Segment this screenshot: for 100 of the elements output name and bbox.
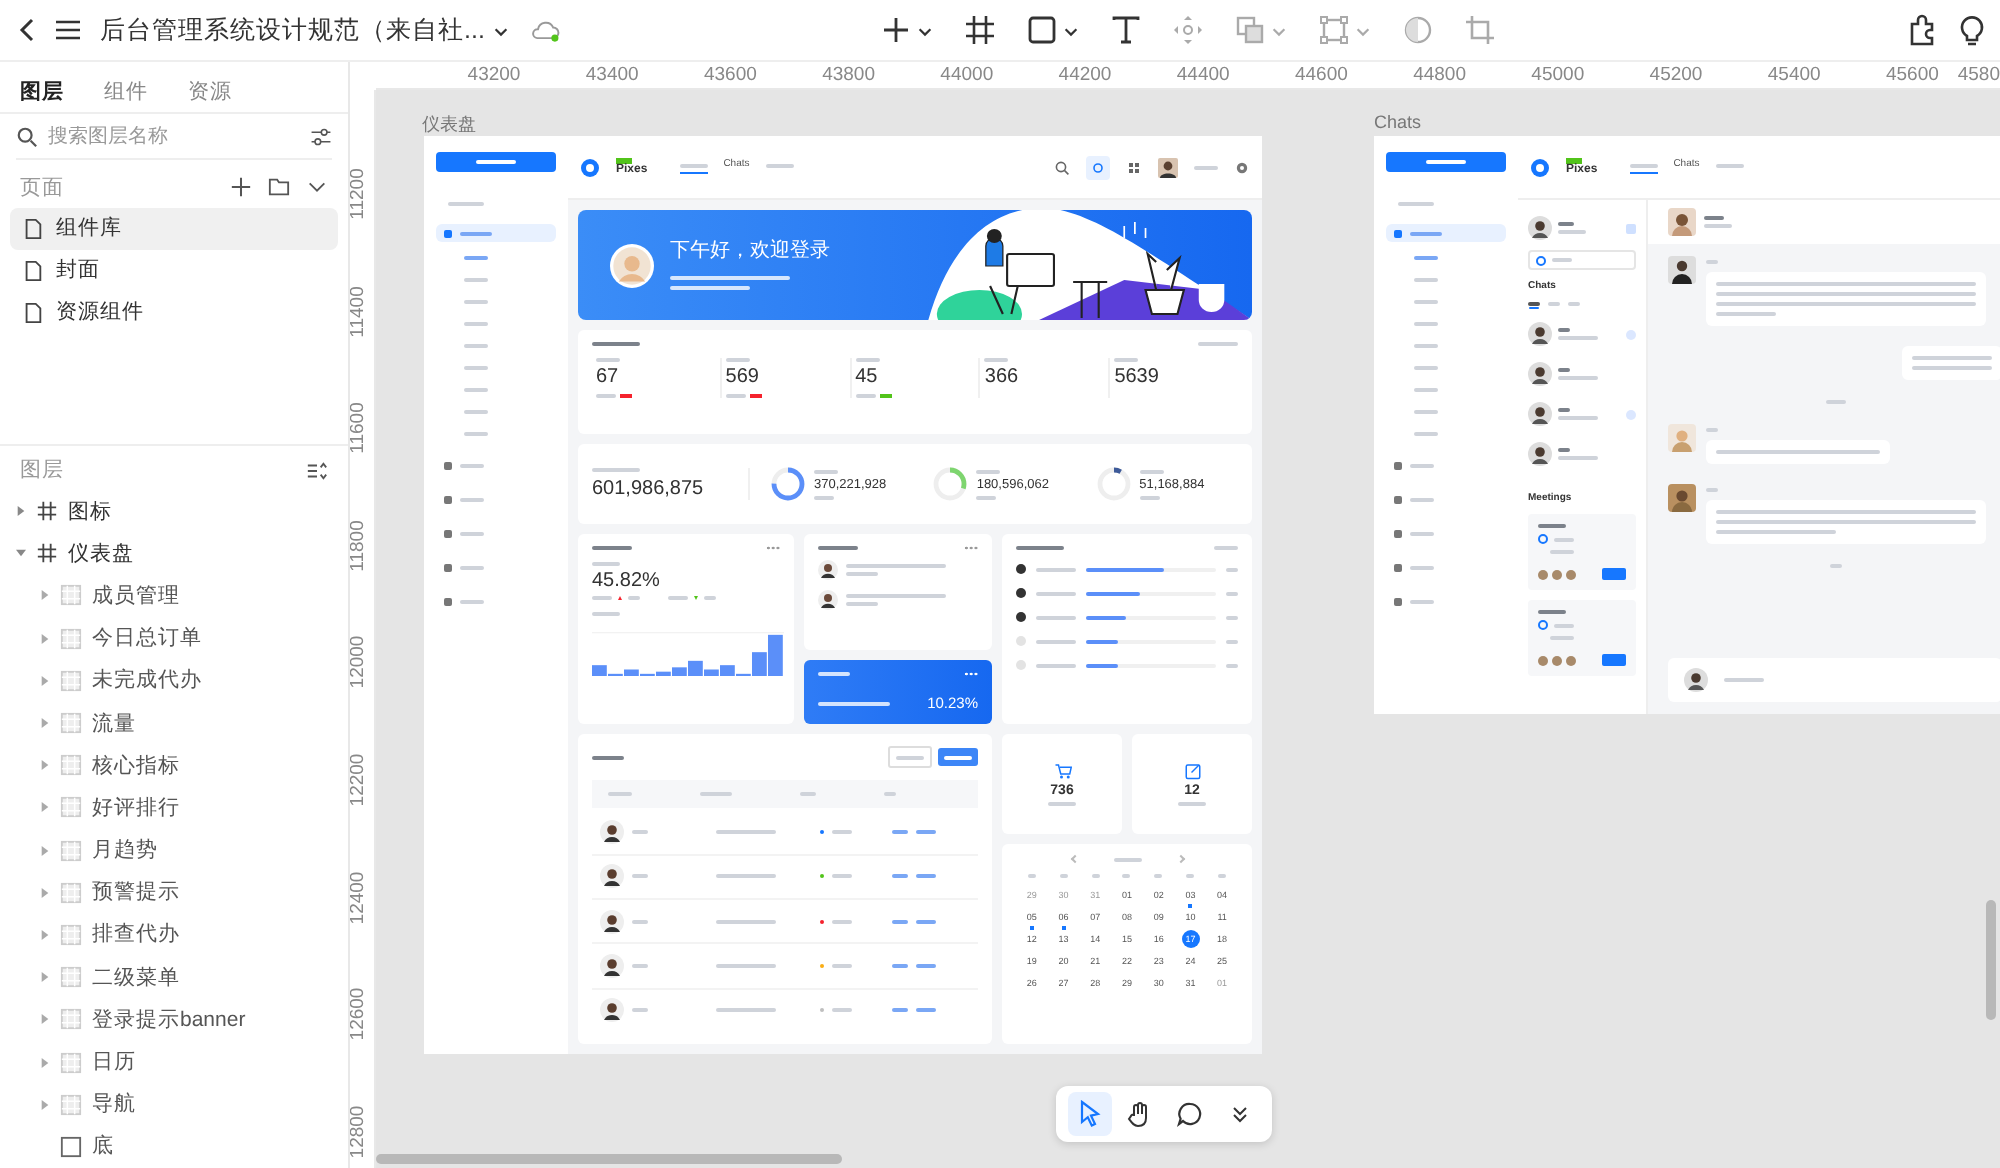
frame-icon[interactable] <box>964 14 996 46</box>
avatar <box>1668 256 1696 284</box>
disclosure-icon[interactable] <box>40 845 50 856</box>
transform-icon[interactable] <box>1318 14 1350 46</box>
crop-icon[interactable] <box>1464 14 1496 46</box>
panel-tab[interactable]: 图层 <box>20 78 64 113</box>
document-title[interactable]: 后台管理系统设计规范（来自社... <box>100 13 485 47</box>
move-icon[interactable] <box>1172 14 1204 46</box>
new-tag <box>1566 158 1582 164</box>
layer-item[interactable]: 今日总订单 <box>0 617 348 660</box>
layer-item[interactable]: 预警提示 <box>0 871 348 914</box>
text-line <box>1059 874 1068 878</box>
menu-item-active[interactable] <box>1386 224 1506 242</box>
folder-icon[interactable] <box>268 176 290 199</box>
frame-label[interactable]: 仪表盘 <box>422 112 476 138</box>
theme-icon[interactable] <box>1086 155 1110 179</box>
avatar <box>818 560 838 580</box>
filter-icon[interactable] <box>310 125 332 148</box>
avatar <box>1668 424 1696 452</box>
layer-item[interactable]: 好评排行 <box>0 786 348 829</box>
add-icon[interactable] <box>230 176 252 199</box>
plugin-icon[interactable] <box>1906 14 1938 46</box>
grid-icon[interactable] <box>1126 159 1142 175</box>
layer-item[interactable]: 成员管理 <box>0 574 348 618</box>
layer-item[interactable]: 排查代办 <box>0 913 348 957</box>
text-line <box>1027 874 1036 878</box>
ruler-label: 12000 <box>350 636 370 690</box>
panel-tab[interactable]: 资源 <box>188 78 232 113</box>
ruler-label: 12800 <box>350 1105 370 1158</box>
search-icon[interactable] <box>1054 159 1070 175</box>
avatar <box>600 954 624 979</box>
bulb-icon[interactable] <box>1956 14 1988 46</box>
pages-heading: 页面 <box>20 173 66 202</box>
mask-icon[interactable] <box>1402 14 1434 46</box>
text-line <box>1214 546 1238 550</box>
layer-item[interactable]: 未完成代办 <box>0 659 348 702</box>
disclosure-icon[interactable] <box>40 972 50 983</box>
settings-icon[interactable] <box>1234 159 1250 175</box>
disclosure-icon[interactable] <box>40 675 50 686</box>
ruler-label: 12200 <box>350 753 370 807</box>
scrollbar[interactable] <box>1986 900 1996 1020</box>
search-field[interactable] <box>1528 250 1636 270</box>
next-icon[interactable] <box>1175 854 1185 864</box>
text-line <box>464 322 488 326</box>
ruler-label: 11600 <box>350 402 369 455</box>
rectangle-icon[interactable] <box>1026 14 1058 46</box>
ring-gauge <box>1095 466 1132 502</box>
disclosure-icon[interactable] <box>40 718 50 729</box>
avatar <box>610 243 654 287</box>
boolean-icon[interactable] <box>1234 14 1266 46</box>
disclosure-icon[interactable] <box>40 1014 50 1025</box>
page-item[interactable]: 组件库 <box>10 207 338 250</box>
disclosure-icon[interactable] <box>40 802 50 813</box>
nav-tab[interactable] <box>1629 160 1658 174</box>
disclosure-icon[interactable] <box>40 633 50 644</box>
disclosure-icon[interactable] <box>40 1099 50 1110</box>
layer-item[interactable]: 登录提示banner <box>0 998 348 1041</box>
text-line <box>1414 388 1438 392</box>
contact-item[interactable] <box>1528 402 1636 426</box>
layer-item[interactable]: 流量 <box>0 701 348 745</box>
disclosure-icon[interactable] <box>40 887 50 898</box>
menu-item-active[interactable] <box>436 224 556 242</box>
page-icon <box>22 259 44 282</box>
frame-label[interactable]: Chats <box>1374 112 1422 132</box>
disclosure-icon[interactable] <box>40 760 50 771</box>
previous-icon[interactable] <box>1069 854 1079 864</box>
text-line <box>632 874 648 879</box>
primary-button[interactable] <box>436 152 556 172</box>
disclosure-icon[interactable] <box>16 548 26 559</box>
disclosure-icon[interactable] <box>16 506 26 517</box>
scrollbar[interactable] <box>376 1154 842 1164</box>
panel-tab[interactable]: 组件 <box>104 78 148 113</box>
layer-item[interactable]: 仪表盘 <box>0 532 348 575</box>
text-line <box>832 874 852 879</box>
nav-tab[interactable] <box>679 160 708 174</box>
primary-button[interactable] <box>938 748 978 766</box>
page-item[interactable]: 封面 <box>10 249 338 292</box>
message-input[interactable] <box>1668 658 2000 702</box>
page-item[interactable]: 资源组件 <box>10 291 338 334</box>
avatar <box>1528 442 1552 466</box>
contact-item[interactable] <box>1528 322 1636 346</box>
disclosure-icon[interactable] <box>40 1057 50 1068</box>
avatar[interactable] <box>1158 157 1178 177</box>
layer-item[interactable]: 导航 <box>0 1083 348 1126</box>
disclosure-icon[interactable] <box>40 929 50 940</box>
layer-item[interactable]: 日历 <box>0 1040 348 1084</box>
layer-item[interactable]: 底 <box>0 1125 348 1168</box>
primary-button[interactable] <box>1386 152 1506 172</box>
text-line <box>1414 366 1438 370</box>
layer-search-field[interactable]: 搜索图层名称 <box>48 125 300 148</box>
ruler-label: 11400 <box>350 285 369 337</box>
ruler-label: 45200 <box>1649 64 1703 86</box>
text-tool-icon[interactable] <box>1110 14 1142 46</box>
collapse-icon[interactable] <box>306 459 328 481</box>
layer-item[interactable]: 二级菜单 <box>0 956 348 999</box>
layer-item[interactable]: 核心指标 <box>0 744 348 787</box>
add-icon[interactable] <box>880 14 912 46</box>
layer-item[interactable]: 图标 <box>0 490 348 533</box>
disclosure-icon[interactable] <box>40 590 50 601</box>
layer-item[interactable]: 月趋势 <box>0 829 348 872</box>
